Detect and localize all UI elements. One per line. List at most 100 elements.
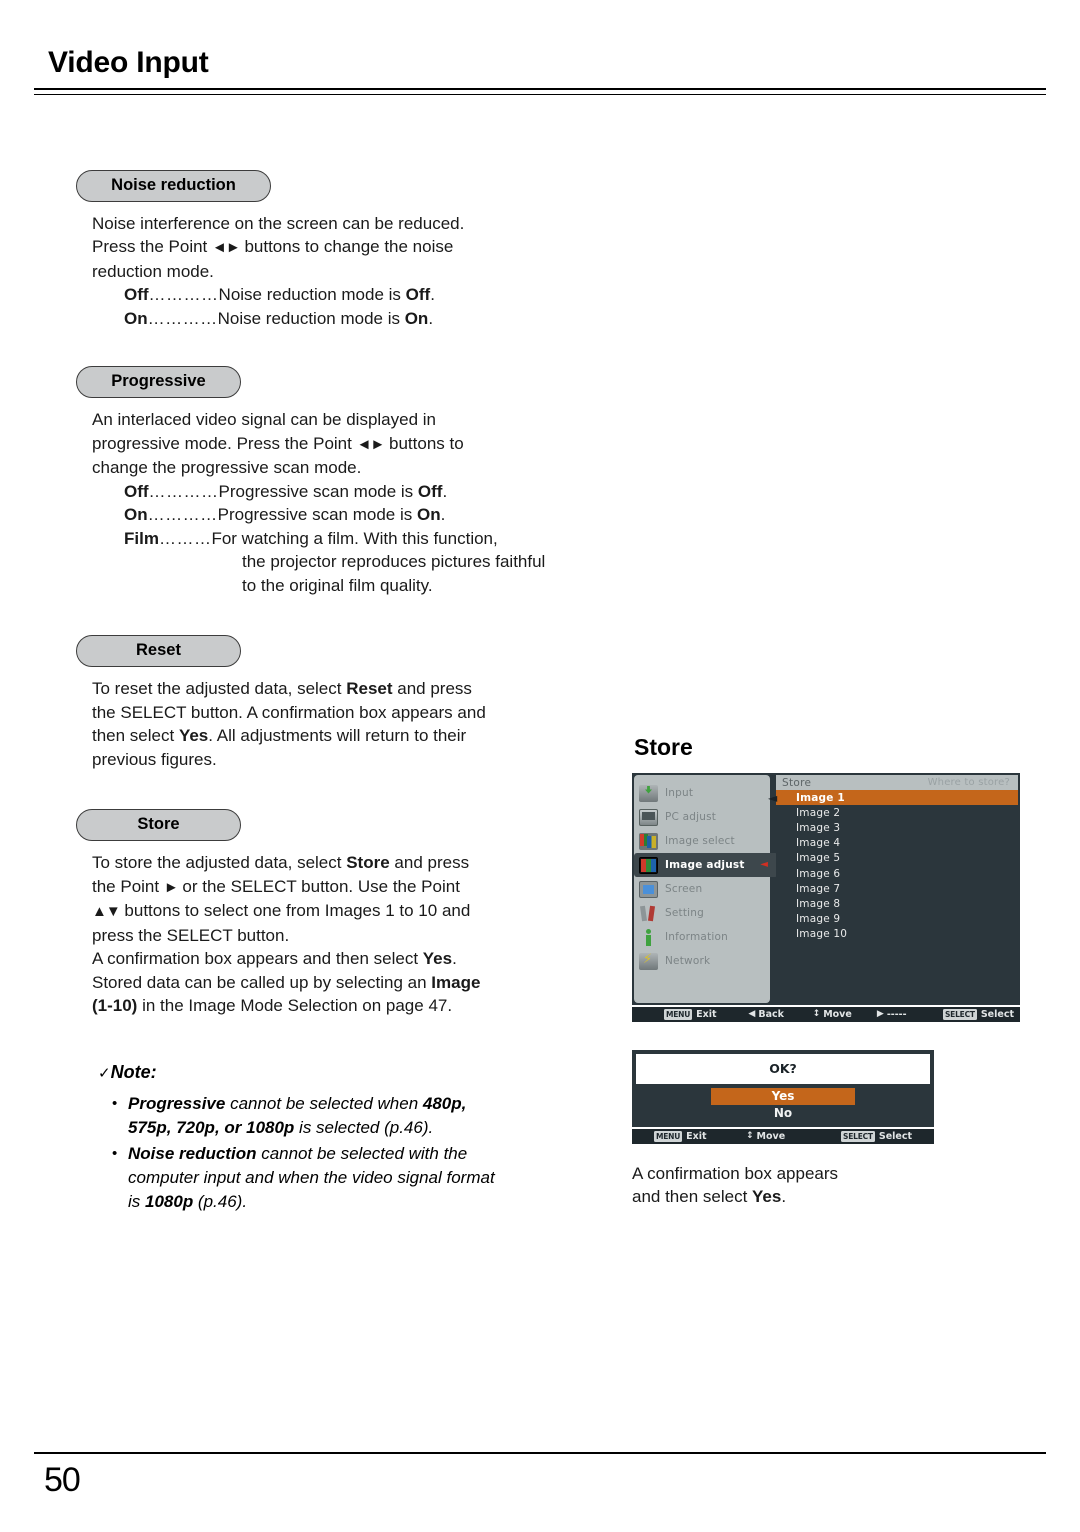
list-item-image-4[interactable]: Image 4 — [776, 836, 1018, 851]
note-text-part: cannot be selected when — [225, 1093, 423, 1113]
confirm-question: OK? — [636, 1053, 930, 1084]
sidebar-item-image-select[interactable]: Image select — [634, 829, 770, 853]
list-item-label: Image 1 — [796, 791, 845, 804]
input-icon — [639, 784, 658, 802]
sidebar-item-label: Screen — [665, 883, 703, 895]
hint-label: Exit — [686, 1130, 707, 1142]
list-item-image-3[interactable]: Image 3 — [776, 820, 1018, 835]
left-content-column: Noise reduction Noise interference on th… — [76, 170, 596, 1216]
confirm-no-option[interactable]: No — [711, 1105, 855, 1122]
list-item-image-10[interactable]: Image 10 — [776, 927, 1018, 942]
hint-move[interactable]: ↕ Move — [813, 1009, 877, 1020]
hint-adjust[interactable]: ▶ ----- — [877, 1009, 943, 1020]
list-item-image-1[interactable]: ◄ Image 1 — [768, 790, 1018, 806]
list-item-image-8[interactable]: Image 8 — [776, 896, 1018, 911]
reset-line-2: the SELECT button. A confirmation box ap… — [92, 702, 486, 722]
noise-reduction-line-3: reduction mode. — [92, 261, 214, 281]
sidebar-item-image-adjust[interactable]: Image adjust ◄ — [634, 853, 778, 877]
noise-reduction-line-1: Noise interference on the screen can be … — [92, 213, 465, 233]
store-range-keyword: (1-10) — [92, 996, 138, 1016]
osd-pane-title: Store — [782, 776, 812, 789]
list-item-image-2[interactable]: Image 2 — [776, 805, 1018, 820]
reset-line-1c: and press — [392, 679, 472, 699]
note-format-keyword: 480p, — [422, 1093, 467, 1113]
note-format-keyword: 1080p — [145, 1191, 194, 1211]
confirm-yes-option[interactable]: Yes — [711, 1087, 855, 1105]
hint-back[interactable]: ◀ Back — [748, 1009, 812, 1020]
osd-footer-hints: MENU Exit ◀ Back ↕ Move ▶ ----- SELECT Select — [632, 1004, 1020, 1022]
definition-text: Noise reduction mode is — [218, 285, 406, 305]
reset-line-4: previous figures. — [92, 749, 217, 769]
sidebar-item-label: PC adjust — [665, 811, 717, 823]
list-item-label: Image 4 — [796, 837, 841, 850]
definition-period: . — [440, 505, 446, 525]
sidebar-item-pc-adjust[interactable]: PC adjust — [634, 805, 770, 829]
sidebar-item-screen[interactable]: Screen — [634, 877, 770, 901]
store-body: To store the adjusted data, select Store… — [92, 851, 596, 1018]
menu-key-icon: MENU — [654, 1130, 683, 1142]
note-text-part: cannot be selected with the — [256, 1143, 468, 1163]
store-line-1: To store the adjusted data, select Store… — [92, 851, 596, 875]
sidebar-item-setting[interactable]: Setting — [634, 901, 770, 925]
sidebar-item-input[interactable]: Input — [634, 781, 770, 805]
list-item-image-9[interactable]: Image 9 — [776, 912, 1018, 927]
progressive-line-2: progressive mode. Press the Point ◄► but… — [92, 432, 596, 457]
definition-term: On — [124, 505, 148, 525]
reset-line-1a: To reset the adjusted data, select — [92, 679, 347, 699]
header-divider-thin — [34, 94, 1046, 95]
hint-label: Back — [758, 1008, 784, 1020]
definition-dots: ………… — [147, 505, 218, 525]
definition-text: Progressive scan mode is — [217, 505, 417, 525]
note-text-part: is selected (p.46). — [294, 1117, 434, 1137]
osd-store-pane: Store Where to store? ◄ Image 1 Image 2 … — [768, 775, 1018, 1003]
section-noise-reduction: Noise reduction — [76, 170, 596, 202]
reset-line-3c: . All adjustments will return to their — [208, 726, 467, 746]
page-title: Video Input — [48, 46, 209, 79]
store-line-5a: A confirmation box appears and then sele… — [92, 949, 423, 969]
caption-yes-keyword: Yes — [752, 1186, 782, 1206]
hint-move[interactable]: ↕ Move — [746, 1131, 841, 1142]
definition-term: Off — [124, 481, 149, 501]
hint-exit[interactable]: MENU Exit — [638, 1008, 748, 1020]
caption-line-2c: . — [781, 1186, 787, 1206]
store-line-6: Stored data can be called up by selectin… — [92, 971, 596, 995]
hint-label: Move — [823, 1008, 852, 1020]
noise-reduction-line-2b: buttons to change the noise — [239, 237, 454, 257]
definition-period: . — [430, 285, 435, 305]
store-yes-keyword: Yes — [422, 949, 453, 969]
header-divider-thick — [34, 88, 1046, 90]
definition-dots: ………… — [148, 285, 219, 305]
store-line-2a: the Point — [92, 876, 164, 896]
confirm-options: Yes No — [636, 1084, 930, 1127]
updown-arrow-icon: ↕ — [746, 1131, 754, 1142]
hint-exit[interactable]: MENU Exit — [638, 1130, 746, 1142]
reset-line-3: then select Yes. All adjustments will re… — [92, 724, 596, 748]
note-item: • Noise reduction cannot be selected wit… — [112, 1142, 596, 1214]
list-item-image-7[interactable]: Image 7 — [776, 881, 1018, 896]
hint-select[interactable]: SELECT Select — [841, 1130, 928, 1142]
reset-yes-keyword: Yes — [178, 726, 209, 746]
sidebar-item-information[interactable]: Information — [634, 925, 770, 949]
section-store: Store — [76, 809, 596, 842]
store-line-3b: buttons to select one from Images 1 to 1… — [119, 901, 471, 921]
definition-value: Off — [417, 481, 443, 501]
hint-label: ----- — [886, 1008, 907, 1020]
definition-text: For watching a film. With this function, — [211, 528, 498, 548]
hint-select[interactable]: SELECT Select — [942, 1008, 1014, 1020]
sidebar-item-network[interactable]: Network — [634, 949, 770, 973]
note-keyword: Progressive — [128, 1093, 226, 1113]
hint-label: Move — [756, 1130, 786, 1142]
list-item-image-6[interactable]: Image 6 — [776, 866, 1018, 881]
list-item-label: Image 8 — [796, 897, 841, 910]
list-item-image-5[interactable]: Image 5 — [776, 851, 1018, 866]
reset-keyword: Reset — [346, 679, 393, 699]
section-reset: Reset — [76, 635, 596, 668]
image-adjust-icon — [639, 856, 658, 874]
right-arrow-icon: ▶ — [876, 1009, 884, 1020]
bullet-icon: • — [112, 1144, 118, 1162]
note-heading: ✓Note: — [98, 1060, 596, 1086]
monitor-icon — [639, 808, 658, 826]
page-number: 50 — [44, 1461, 81, 1499]
